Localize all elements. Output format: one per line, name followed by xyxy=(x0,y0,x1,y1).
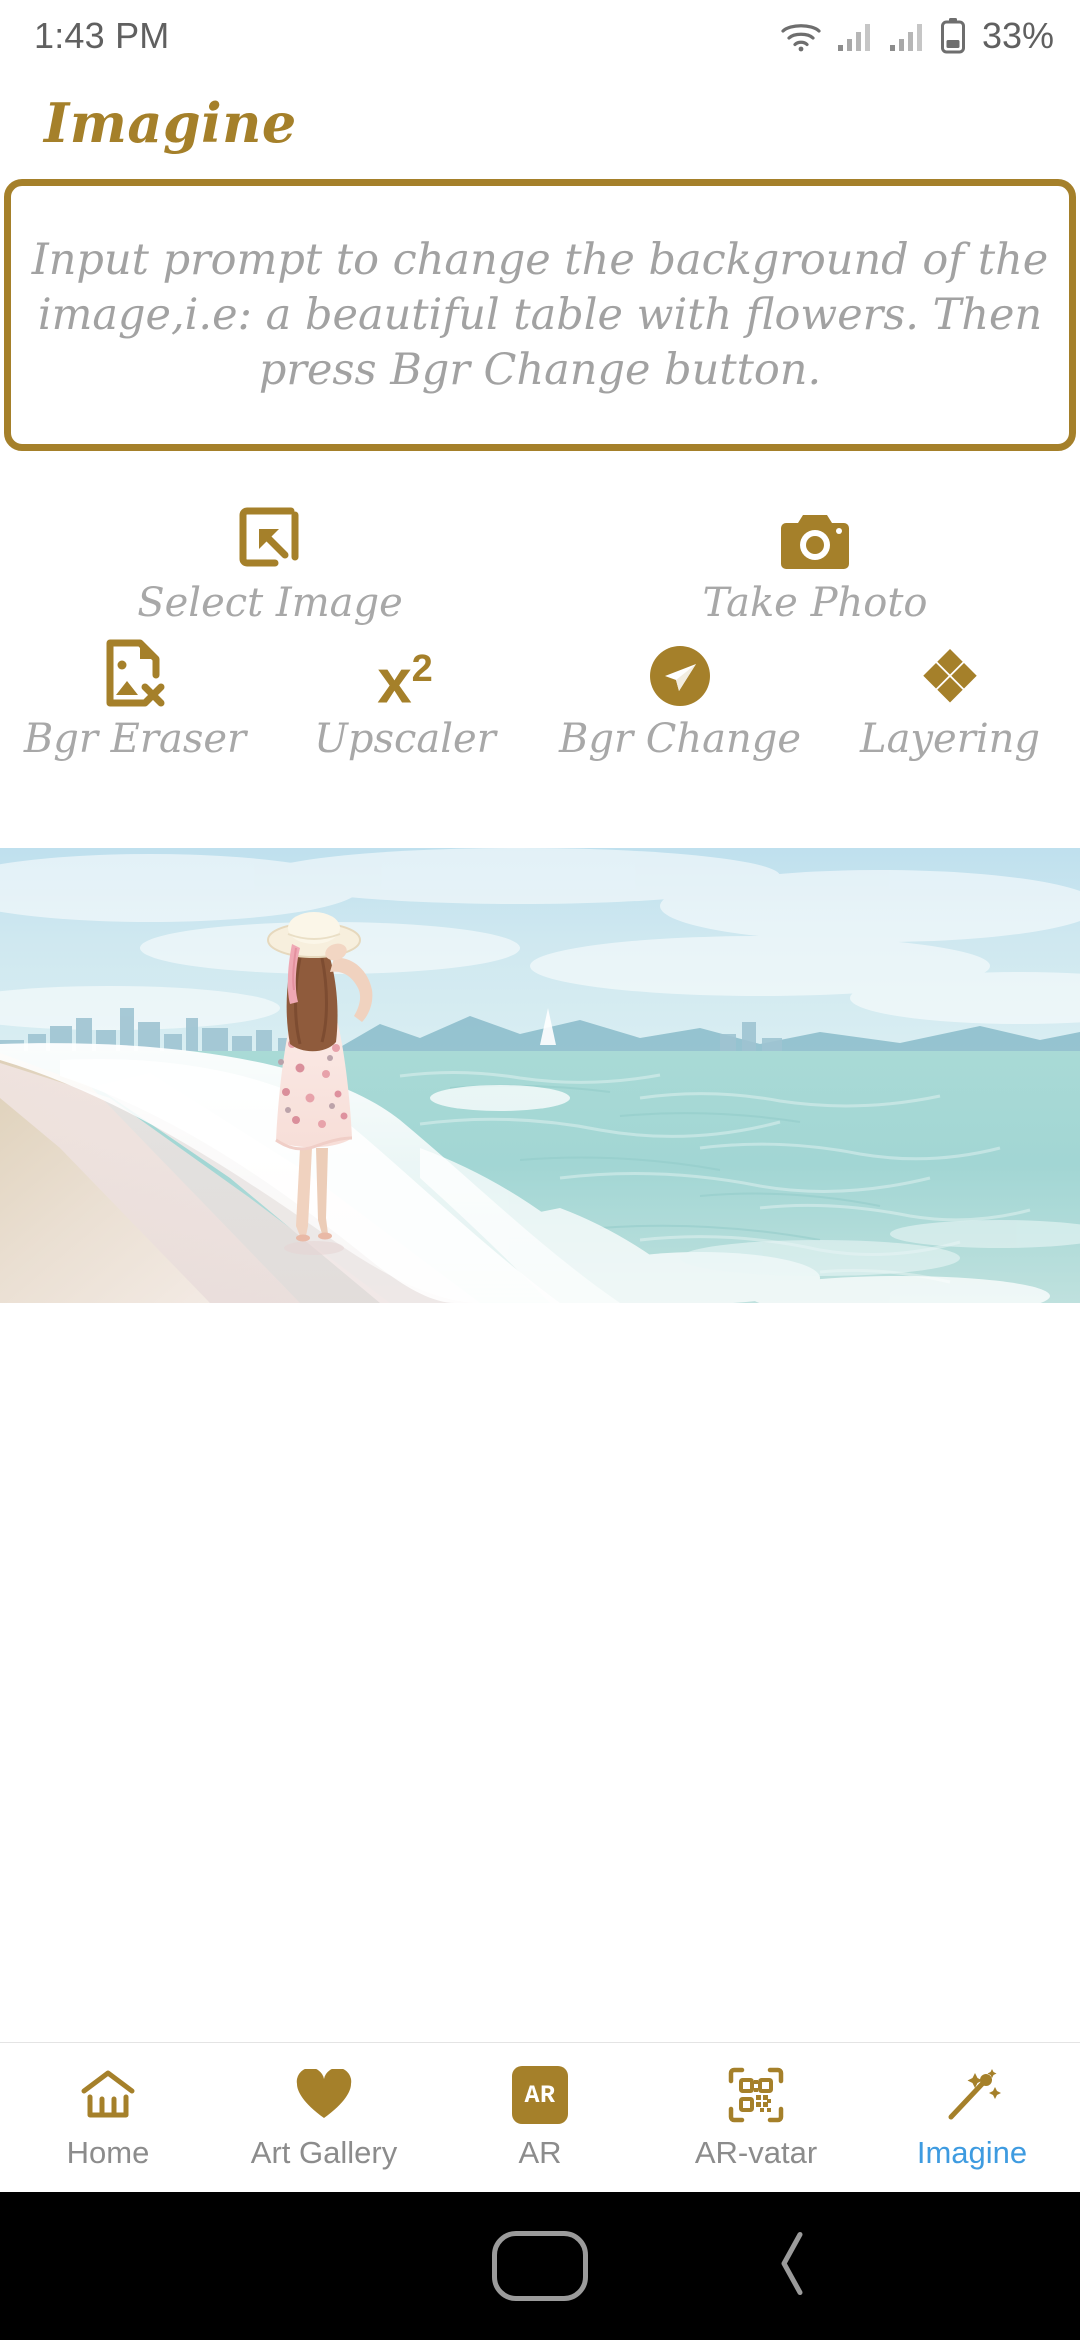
ar-badge-text: AR xyxy=(512,2066,568,2124)
nav-label: AR-vatar xyxy=(694,2135,818,2170)
magic-wand-icon xyxy=(943,2067,1001,2123)
preview-image[interactable] xyxy=(0,848,1080,1304)
nav-item-home[interactable]: Home xyxy=(0,2067,216,2168)
nav-item-imagine[interactable]: Imagine xyxy=(864,2067,1080,2168)
status-bar: 1:43 PM 33% xyxy=(0,0,1080,72)
tool-take-photo[interactable]: Take Photo xyxy=(680,497,950,625)
battery-percent: 33% xyxy=(981,15,1054,56)
image-remove-icon xyxy=(100,633,170,713)
nav-item-art-gallery[interactable]: Art Gallery xyxy=(216,2067,432,2168)
x-squared-icon: x2 xyxy=(377,633,433,713)
tool-label: Upscaler xyxy=(314,716,496,763)
tool-label: Bgr Eraser xyxy=(23,716,247,763)
prompt-placeholder-text: Input prompt to change the background of… xyxy=(31,234,1049,395)
signal-icon-2 xyxy=(888,20,926,52)
camera-icon xyxy=(776,497,854,577)
tool-label: Bgr Change xyxy=(558,716,802,763)
qr-code-icon xyxy=(727,2067,785,2123)
battery-icon xyxy=(940,18,966,54)
status-indicators: 33% xyxy=(780,15,1054,57)
layers-diamond-icon xyxy=(916,633,984,713)
x-squared-base: x xyxy=(377,647,412,717)
select-image-icon xyxy=(231,497,309,577)
prompt-input[interactable]: Input prompt to change the background of… xyxy=(4,179,1076,452)
nav-label: Art Gallery xyxy=(250,2135,398,2170)
prompt-section: Input prompt to change the background of… xyxy=(0,153,1080,452)
nav-item-ar[interactable]: AR AR xyxy=(432,2066,648,2170)
tool-upscaler[interactable]: x2 Upscaler xyxy=(270,633,540,763)
home-pill-icon[interactable] xyxy=(492,2231,588,2301)
tool-label: Take Photo xyxy=(702,580,928,627)
preview-area xyxy=(0,823,1080,2042)
status-time: 1:43 PM xyxy=(34,15,170,56)
page-title: Imagine xyxy=(44,91,297,155)
nav-item-ar-vatar[interactable]: AR-vatar xyxy=(648,2067,864,2168)
wifi-icon xyxy=(780,20,822,52)
ar-badge-icon: AR xyxy=(512,2066,568,2124)
heart-icon xyxy=(295,2067,353,2123)
nav-label: AR xyxy=(518,2135,562,2170)
tool-grid: Select Image Take Photo Bgr Eraser x2 Up… xyxy=(0,493,1080,823)
nav-label: Imagine xyxy=(916,2135,1028,2170)
system-navigation-bar xyxy=(0,2192,1080,2340)
tool-label: Layering xyxy=(860,716,1040,763)
signal-icon-1 xyxy=(836,20,874,52)
app-screen: 1:43 PM 33% Imagine Input prompt to chan… xyxy=(0,0,1080,2340)
back-chevron-icon[interactable] xyxy=(772,2229,812,2304)
tool-layering[interactable]: Layering xyxy=(815,633,1080,761)
send-circle-icon xyxy=(643,633,717,713)
home-icon xyxy=(80,2067,136,2123)
bottom-navigation: Home Art Gallery AR AR AR-vatar Imagine xyxy=(0,2042,1080,2192)
tool-bgr-change[interactable]: Bgr Change xyxy=(545,633,815,761)
x-squared-exponent: 2 xyxy=(411,647,433,690)
tool-label: Select Image xyxy=(137,580,403,627)
nav-label: Home xyxy=(66,2135,150,2170)
tool-select-image[interactable]: Select Image xyxy=(135,497,405,625)
tool-bgr-eraser[interactable]: Bgr Eraser xyxy=(0,633,270,761)
